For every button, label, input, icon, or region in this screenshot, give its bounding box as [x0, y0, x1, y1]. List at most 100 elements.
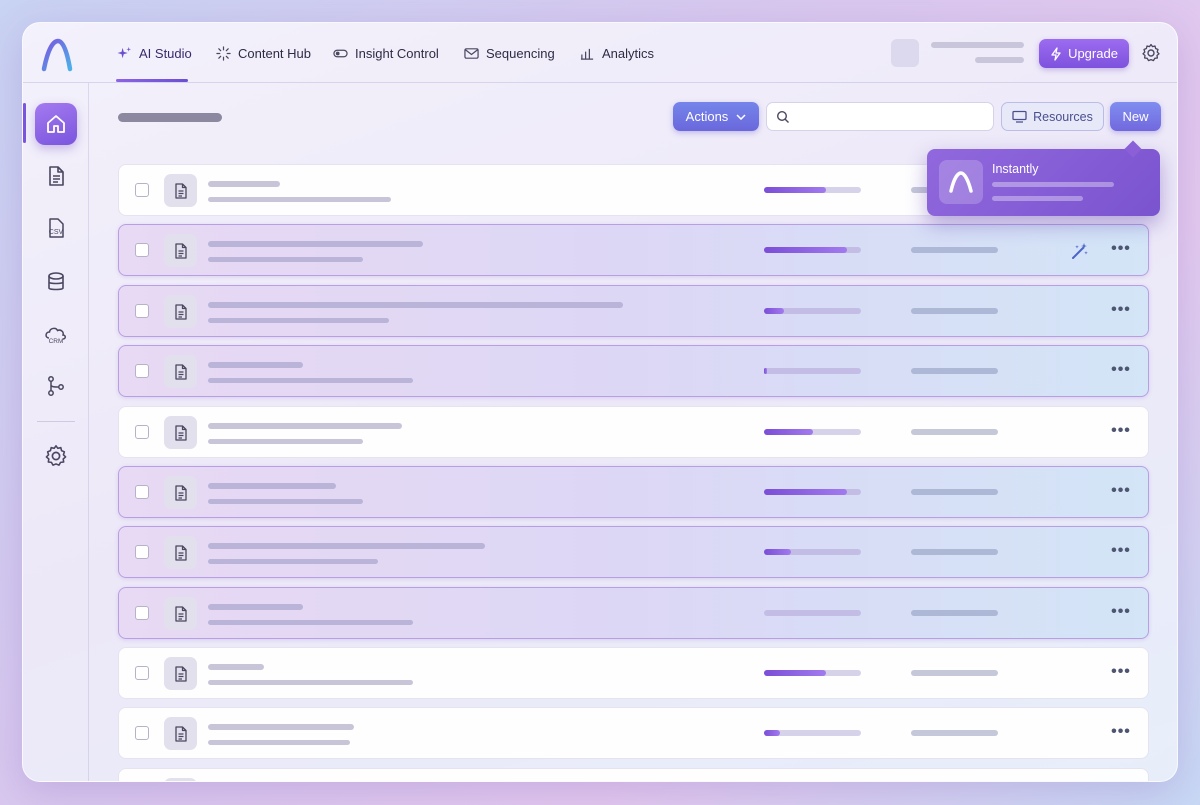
sidebar-item-crm[interactable]: CRM: [35, 313, 77, 355]
row-meta-placeholder: [911, 308, 998, 314]
popover-line-placeholder: [992, 182, 1114, 187]
more-options-icon[interactable]: •••: [1109, 543, 1133, 561]
settings-icon: [45, 445, 67, 466]
list-item[interactable]: •••: [118, 285, 1149, 337]
list-item[interactable]: •••: [118, 526, 1149, 578]
row-progress-fill: [764, 429, 814, 435]
sidebar-item-settings[interactable]: [35, 435, 77, 477]
row-checkbox[interactable]: [135, 243, 149, 257]
bar-chart-icon: [580, 48, 594, 60]
list-item[interactable]: [118, 768, 1149, 781]
user-email-placeholder: [975, 57, 1024, 63]
more-options-icon[interactable]: •••: [1109, 483, 1133, 501]
more-options-icon[interactable]: •••: [1109, 664, 1133, 682]
row-progress-bar: [764, 730, 861, 736]
row-title-placeholder: [208, 423, 402, 429]
upgrade-button[interactable]: Upgrade: [1039, 39, 1129, 68]
list-item[interactable]: •••: [118, 647, 1149, 699]
app-logo-icon: [949, 171, 973, 193]
row-title-placeholder: [208, 543, 485, 549]
sidebar-item-documents[interactable]: [35, 155, 77, 197]
tab-label: Analytics: [602, 45, 655, 61]
search-input[interactable]: [798, 109, 988, 124]
new-label: New: [1122, 109, 1149, 124]
row-progress-bar: [764, 368, 861, 374]
actions-button[interactable]: Actions: [673, 102, 759, 131]
row-checkbox[interactable]: [135, 606, 149, 620]
row-checkbox[interactable]: [135, 726, 149, 740]
row-title-placeholder: [208, 724, 354, 730]
row-progress-bar: [764, 670, 861, 676]
row-title-placeholder: [208, 664, 264, 670]
row-progress-fill: [764, 308, 785, 314]
document-icon: [164, 416, 197, 449]
sidebar: CSV CRM: [23, 83, 89, 781]
tab-insight-control[interactable]: Insight Control: [333, 43, 439, 63]
row-title-placeholder: [208, 604, 303, 610]
row-subtitle-placeholder: [208, 197, 391, 202]
row-checkbox[interactable]: [135, 304, 149, 318]
burst-icon: [216, 45, 231, 61]
list-item[interactable]: •••: [118, 707, 1149, 759]
popover-line-placeholder: [992, 196, 1083, 201]
row-title-placeholder: [208, 241, 423, 247]
list-item[interactable]: •••: [118, 466, 1149, 518]
workflow-icon: [48, 376, 64, 396]
row-title-placeholder: [208, 362, 303, 368]
active-tab-indicator: [116, 79, 188, 82]
document-icon: [164, 657, 197, 690]
row-checkbox[interactable]: [135, 183, 149, 197]
settings-icon[interactable]: [1141, 43, 1161, 63]
magic-wand-icon[interactable]: [1070, 241, 1090, 261]
row-checkbox[interactable]: [135, 364, 149, 378]
tab-analytics[interactable]: Analytics: [580, 43, 654, 63]
row-progress-bar: [764, 187, 861, 193]
tab-label: Content Hub: [238, 45, 311, 61]
popover-logo: [939, 160, 983, 204]
document-icon: [164, 174, 197, 207]
document-icon: [164, 476, 197, 509]
tab-content-hub[interactable]: Content Hub: [216, 43, 311, 63]
avatar[interactable]: [891, 39, 919, 67]
search-box[interactable]: [766, 102, 994, 131]
row-subtitle-placeholder: [208, 620, 413, 625]
row-progress-bar: [764, 610, 861, 616]
list-item[interactable]: •••: [118, 224, 1149, 276]
csv-icon: CSV: [49, 218, 64, 238]
more-options-icon[interactable]: •••: [1109, 604, 1133, 622]
sidebar-item-home[interactable]: [35, 103, 77, 145]
row-subtitle-placeholder: [208, 499, 363, 504]
new-item-popover[interactable]: Instantly: [927, 149, 1160, 216]
more-options-icon[interactable]: •••: [1109, 423, 1133, 441]
row-progress-fill: [764, 247, 848, 253]
sidebar-item-csv[interactable]: CSV: [35, 207, 77, 249]
row-checkbox[interactable]: [135, 485, 149, 499]
list-item[interactable]: •••: [118, 406, 1149, 458]
document-icon: [164, 778, 197, 781]
app-logo[interactable]: [39, 37, 75, 73]
sidebar-item-workflow[interactable]: [35, 365, 77, 407]
row-progress-fill: [764, 187, 827, 193]
document-icon: [164, 355, 197, 388]
row-checkbox[interactable]: [135, 425, 149, 439]
more-options-icon[interactable]: •••: [1109, 724, 1133, 742]
row-subtitle-placeholder: [208, 680, 413, 685]
row-meta-placeholder: [911, 730, 998, 736]
list-item[interactable]: •••: [118, 345, 1149, 397]
row-checkbox[interactable]: [135, 545, 149, 559]
tab-sequencing[interactable]: Sequencing: [464, 43, 555, 63]
sidebar-item-database[interactable]: [35, 261, 77, 303]
list-item[interactable]: •••: [118, 587, 1149, 639]
lightning-icon: [1051, 46, 1061, 61]
search-icon: [776, 110, 789, 123]
row-subtitle-placeholder: [208, 257, 363, 262]
new-button[interactable]: New: [1110, 102, 1161, 131]
actions-label: Actions: [685, 109, 729, 124]
more-options-icon[interactable]: •••: [1109, 362, 1133, 380]
tab-ai-studio[interactable]: AI Studio: [117, 43, 192, 63]
row-checkbox[interactable]: [135, 666, 149, 680]
resources-button[interactable]: Resources: [1001, 102, 1104, 131]
row-subtitle-placeholder: [208, 439, 363, 444]
more-options-icon[interactable]: •••: [1109, 241, 1133, 259]
more-options-icon[interactable]: •••: [1109, 302, 1133, 320]
